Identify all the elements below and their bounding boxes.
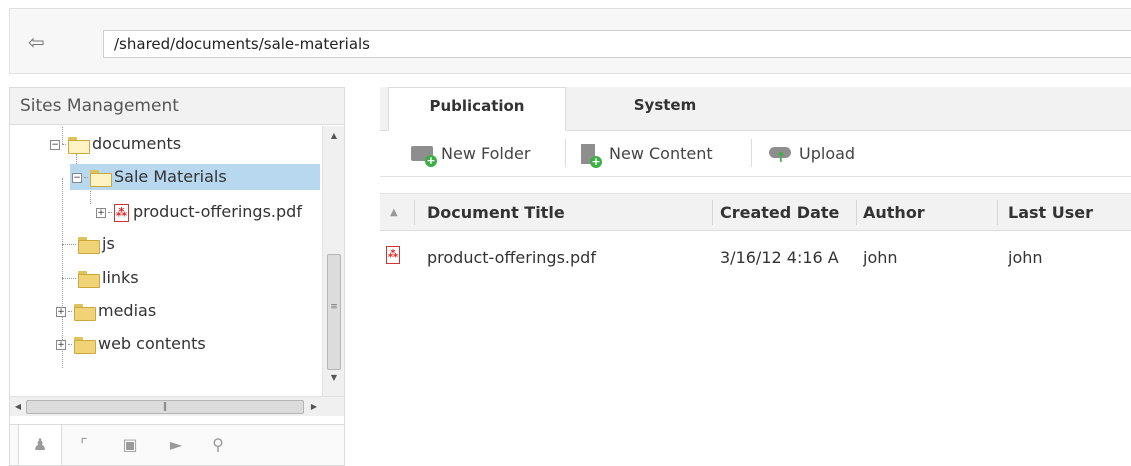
search-icon[interactable]: ⚲ — [196, 425, 240, 465]
tree-icon[interactable]: ⌜ — [62, 425, 106, 465]
site-tree: − documents − Sale Materials + ⁂ product-off… — [10, 126, 322, 396]
column-header-last-user[interactable]: Last User — [1008, 194, 1128, 231]
tree-item-label: web contents — [98, 334, 206, 353]
new-folder-icon — [411, 145, 437, 167]
scroll-left-icon[interactable]: ◀ — [10, 397, 26, 417]
scroll-down-icon[interactable]: ▼ — [323, 370, 345, 386]
column-divider — [712, 200, 713, 225]
tree-item-links[interactable]: links — [62, 265, 139, 291]
document-grid-header: ▲ Document Title Created Date Author Las… — [380, 193, 1131, 231]
view-tabs: Publication System — [380, 87, 1131, 131]
action-toolbar: New Folder New Content Upload — [380, 131, 1131, 177]
cell-last-user: john — [1008, 248, 1043, 267]
column-divider — [414, 200, 415, 225]
column-header-document-title[interactable]: Document Title — [427, 194, 712, 231]
column-header-created-date[interactable]: Created Date — [720, 194, 856, 231]
expand-icon[interactable]: + — [56, 339, 66, 350]
tree-guide-line — [90, 188, 91, 204]
tree-item-medias[interactable]: + medias — [56, 298, 156, 324]
scroll-up-icon[interactable]: ▲ — [323, 128, 345, 144]
tree-item-sale-materials[interactable]: − Sale Materials — [70, 164, 320, 190]
tree-item-documents[interactable]: − documents — [50, 131, 181, 157]
new-folder-label: New Folder — [441, 144, 531, 163]
html-folder-icon — [74, 337, 96, 354]
new-content-label: New Content — [609, 144, 713, 163]
tag-icon[interactable]: ► — [154, 425, 198, 465]
sitemap-icon[interactable]: ♟ — [18, 425, 62, 466]
scroll-right-icon[interactable]: ▶ — [306, 397, 322, 417]
new-folder-button[interactable]: New Folder — [411, 139, 530, 169]
sites-management-panel: Sites Management − documents − Sale Materi… — [9, 87, 345, 466]
pdf-icon: ⁂ — [386, 246, 400, 264]
grip-icon: ≡ — [330, 302, 338, 312]
cell-document-title[interactable]: product-offerings.pdf — [427, 243, 712, 273]
path-field[interactable]: /shared/documents/sale-materials — [103, 30, 1131, 58]
cell-author: john — [863, 248, 898, 267]
table-row[interactable]: ⁂ product-offerings.pdf 3/16/12 4:16 A j… — [380, 243, 1131, 273]
pdf-icon: ⁂ — [114, 203, 129, 222]
new-content-icon — [581, 143, 602, 168]
tree-item-label: product-offerings.pdf — [133, 202, 302, 221]
upload-label: Upload — [799, 144, 856, 163]
upload-button[interactable]: Upload — [769, 139, 855, 169]
tree-item-label: documents — [92, 134, 182, 153]
column-divider — [997, 200, 998, 225]
clipboard-icon[interactable]: ▣ — [108, 425, 152, 465]
path-bar: ⇦ /shared/documents/sale-materials — [9, 8, 1131, 74]
media-folder-icon — [74, 304, 96, 321]
panel-title: Sites Management — [10, 88, 344, 125]
tree-horizontal-scrollbar[interactable]: ◀ ‖ ▶ — [10, 396, 344, 416]
tab-publication[interactable]: Publication — [388, 87, 566, 131]
links-folder-icon — [78, 271, 100, 288]
toolbar-divider — [751, 139, 752, 167]
tree-item-label: js — [102, 234, 115, 253]
back-arrow-icon[interactable]: ⇦ — [28, 31, 52, 53]
folder-open-icon — [90, 170, 112, 187]
tree-item-label: Sale Materials — [114, 167, 227, 186]
panel-tool-tabs: ♟ ⌜ ▣ ► ⚲ — [10, 424, 344, 466]
toolbar-divider — [565, 139, 566, 167]
tab-system[interactable]: System — [580, 87, 750, 131]
column-header-author[interactable]: Author — [863, 194, 993, 231]
column-divider — [856, 200, 857, 225]
tree-item-web-contents[interactable]: + web contents — [56, 331, 206, 357]
upload-icon — [769, 145, 791, 165]
tree-item-label: medias — [98, 301, 157, 320]
tree-vertical-scrollbar[interactable]: ▲ ≡ ▼ — [322, 126, 344, 396]
scroll-thumb[interactable]: ‖ — [26, 400, 304, 414]
expand-icon[interactable]: + — [96, 207, 106, 218]
tree-item-js[interactable]: js — [62, 231, 115, 257]
new-content-button[interactable]: New Content — [581, 139, 713, 169]
collapse-icon[interactable]: − — [50, 139, 60, 150]
expand-icon[interactable]: + — [56, 306, 66, 317]
tree-item-label: links — [102, 268, 139, 287]
collapse-icon[interactable]: − — [72, 172, 82, 183]
sort-icon[interactable]: ▲ — [390, 194, 410, 231]
folder-open-icon — [68, 137, 90, 154]
js-folder-icon — [78, 237, 100, 254]
scroll-thumb[interactable]: ≡ — [327, 254, 341, 370]
cell-created-date: 3/16/12 4:16 A — [720, 248, 839, 267]
tree-item-product-offerings[interactable]: + ⁂ product-offerings.pdf — [96, 199, 302, 225]
